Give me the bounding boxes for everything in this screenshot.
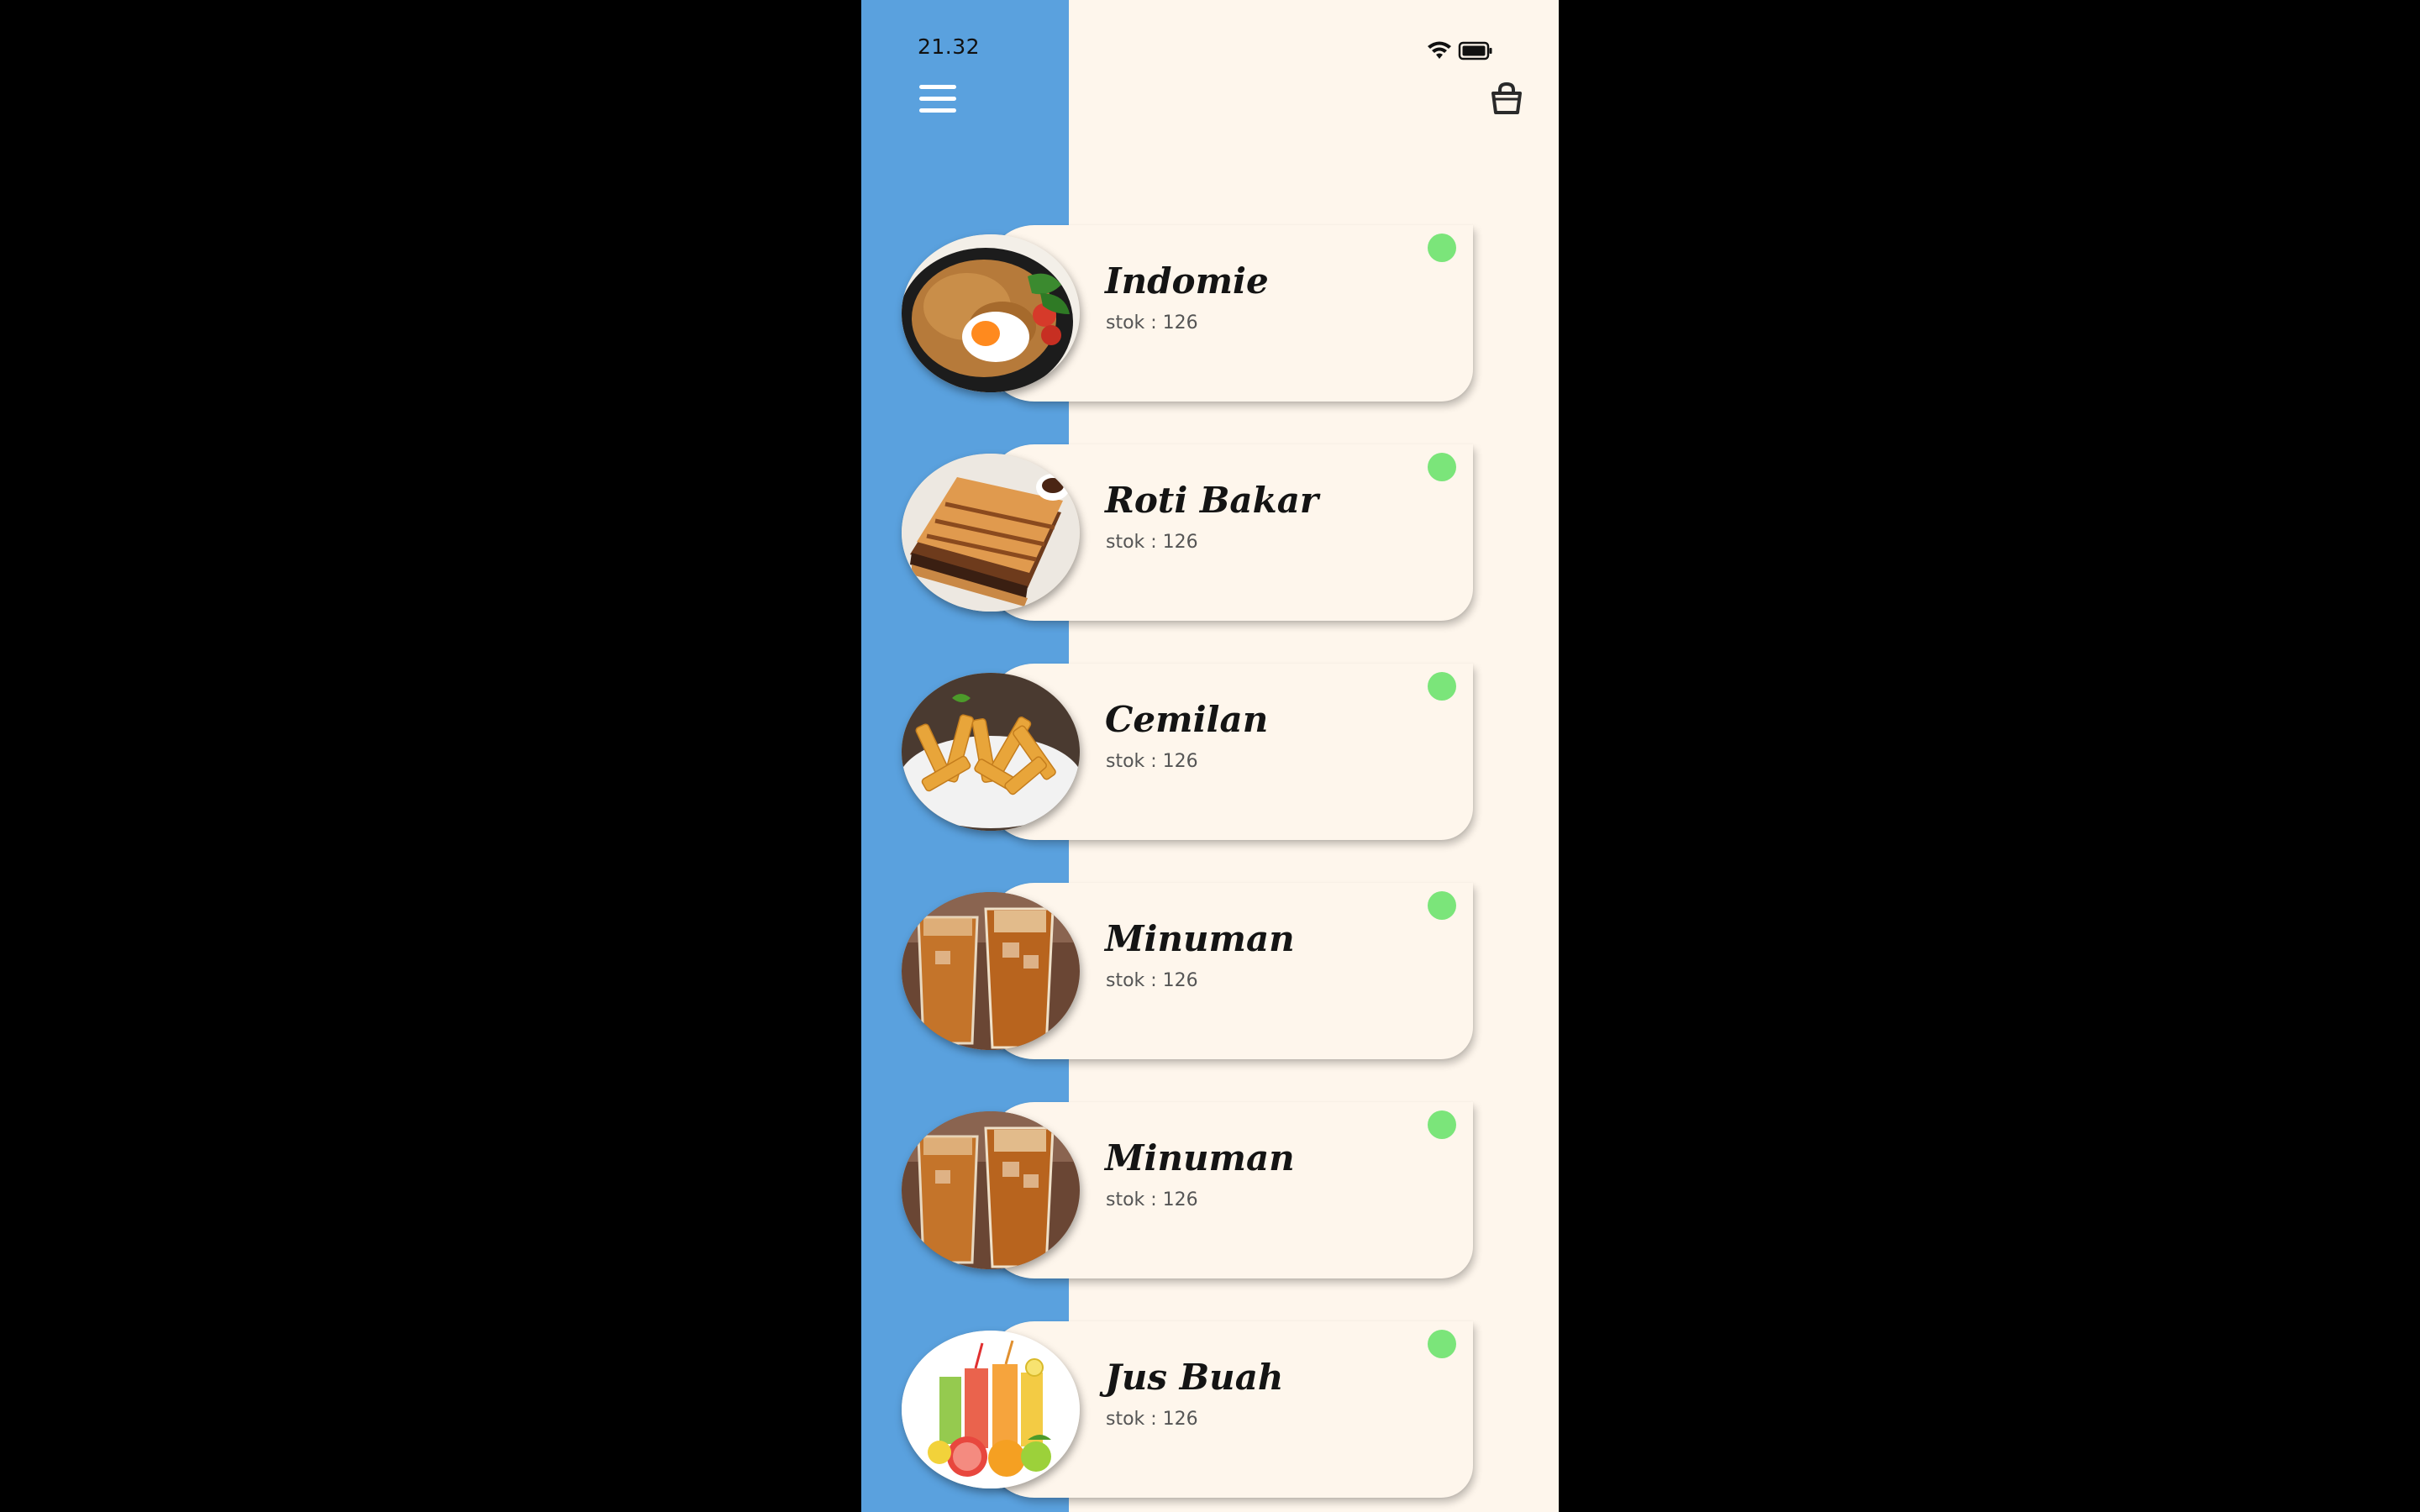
food-image-toast (902, 454, 1080, 612)
item-name: Roti Bakar (1105, 480, 1319, 521)
phone-screen: 21.32 Indomie stok: 126 Roti Bakar stok… (861, 0, 1559, 1512)
item-name: Minuman (1105, 1137, 1295, 1179)
item-stock: stok : 126 (1106, 1189, 1198, 1210)
item-name: Indomie (1105, 260, 1269, 302)
desktop-backdrop: 21.32 Indomie stok: 126 Roti Bakar stok… (0, 0, 2420, 1512)
status-icons (1424, 39, 1500, 64)
status-time: 21.32 (918, 34, 981, 59)
item-name: Cemilan (1105, 699, 1269, 740)
menu-item-cemilan[interactable]: Cemilan stok : 126 (861, 664, 1559, 842)
wifi-icon (1428, 41, 1451, 59)
availability-dot (1428, 891, 1456, 920)
item-stock: stok : 126 (1106, 532, 1198, 553)
menu-item-minuman[interactable]: Minuman stok : 126 (861, 883, 1559, 1061)
availability-dot (1428, 1110, 1456, 1139)
food-image-iced-tea (902, 1111, 1080, 1269)
item-stock: stok : 126 (1106, 1409, 1198, 1430)
availability-dot (1428, 234, 1456, 262)
menu-item-indomie[interactable]: Indomie stok : 126 (861, 225, 1559, 403)
item-stock: stok : 126 (1106, 312, 1198, 333)
hamburger-menu-icon[interactable] (918, 83, 958, 117)
food-image-fruit-juice (902, 1331, 1080, 1488)
food-image-iced-tea (902, 892, 1080, 1050)
item-name: Minuman (1105, 918, 1295, 959)
shopping-bag-icon[interactable] (1489, 81, 1524, 116)
menu-item-minuman-2[interactable]: Minuman stok : 126 (861, 1102, 1559, 1280)
menu-item-jus-buah[interactable]: Jus Buah stok : 126 (861, 1321, 1559, 1499)
availability-dot (1428, 1330, 1456, 1358)
availability-dot (1428, 453, 1456, 481)
food-image-french-fries (902, 673, 1080, 831)
menu-item-roti-bakar[interactable]: Roti Bakar stok : 126 (861, 444, 1559, 622)
availability-dot (1428, 672, 1456, 701)
item-stock: stok : 126 (1106, 751, 1198, 772)
item-name: Jus Buah (1105, 1357, 1284, 1398)
item-stock: stok : 126 (1106, 970, 1198, 991)
food-image-fried-noodle (902, 234, 1080, 392)
battery-icon (1458, 41, 1492, 60)
